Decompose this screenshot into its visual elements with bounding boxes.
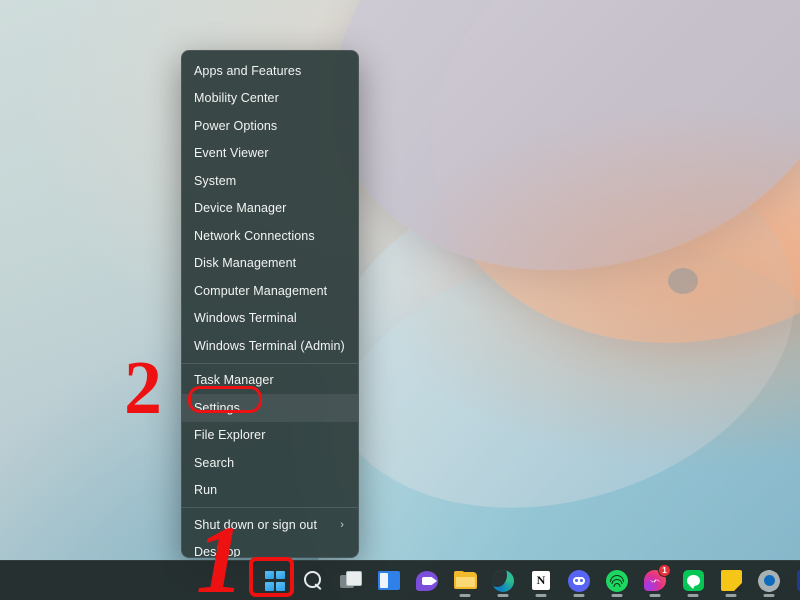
taskbar-search-button[interactable]	[294, 562, 332, 600]
wallpaper-glow	[0, 0, 800, 600]
discord-icon	[568, 569, 590, 592]
running-indicator	[687, 593, 699, 597]
menu-item-label: Computer Management	[194, 283, 328, 298]
running-indicator	[611, 593, 623, 597]
menu-item-apps-and-features[interactable]: Apps and Features	[182, 57, 358, 85]
menu-item-file-explorer[interactable]: File Explorer	[182, 422, 358, 450]
line-icon	[682, 570, 704, 591]
gear-icon	[758, 569, 780, 592]
menu-item-label: Disk Management	[194, 256, 297, 271]
menu-item-label: Windows Terminal	[194, 311, 297, 326]
menu-item-task-manager[interactable]: Task Manager	[182, 367, 358, 395]
menu-item-shut-down-or-sign-out[interactable]: Shut down or sign out ›	[182, 511, 358, 539]
menu-item-windows-terminal-admin[interactable]: Windows Terminal (Admin)	[182, 332, 358, 360]
taskbar-messenger-button[interactable]: 1	[636, 562, 674, 600]
menu-item-network-connections[interactable]: Network Connections	[182, 222, 358, 250]
search-icon	[302, 570, 324, 592]
menu-item-label: Task Manager	[194, 373, 274, 388]
menu-item-computer-management[interactable]: Computer Management	[182, 277, 358, 305]
taskbar-powerpoint-button[interactable]: P	[788, 562, 800, 600]
running-indicator	[763, 593, 775, 597]
running-indicator	[535, 593, 547, 597]
task-view-icon	[339, 570, 363, 591]
notification-badge: 1	[658, 563, 671, 577]
menu-item-power-options[interactable]: Power Options	[182, 112, 358, 140]
running-indicator	[459, 593, 471, 597]
menu-separator-2	[182, 507, 358, 508]
taskbar-spotify-button[interactable]	[598, 562, 636, 600]
running-indicator	[649, 593, 661, 597]
menu-item-label: Run	[194, 483, 218, 498]
sticky-notes-icon	[720, 570, 742, 591]
taskbar-edge-button[interactable]	[484, 562, 522, 600]
widgets-icon	[378, 571, 400, 590]
menu-item-label: Apps and Features	[194, 63, 302, 78]
menu-item-label: Shut down or sign out	[194, 517, 318, 532]
menu-item-label: Network Connections	[194, 228, 315, 243]
taskbar-line-button[interactable]	[674, 562, 712, 600]
menu-item-mobility-center[interactable]: Mobility Center	[182, 85, 358, 113]
menu-item-label: Mobility Center	[194, 91, 279, 106]
menu-item-label: File Explorer	[194, 428, 266, 443]
desktop-wallpaper	[0, 0, 800, 600]
taskbar-file-explorer-button[interactable]	[446, 562, 484, 600]
menu-item-search[interactable]: Search	[182, 449, 358, 477]
notion-icon: N	[531, 570, 551, 591]
windows-logo-icon	[265, 570, 285, 591]
taskbar: N 1	[0, 560, 800, 600]
menu-item-device-manager[interactable]: Device Manager	[182, 195, 358, 223]
menu-separator-1	[182, 362, 358, 364]
running-indicator	[725, 593, 737, 597]
menu-item-label: Power Options	[194, 118, 278, 133]
chevron-right-icon: ›	[340, 518, 344, 531]
taskbar-widgets-button[interactable]	[370, 562, 408, 600]
powerpoint-icon: P	[796, 570, 800, 591]
taskbar-sticky-notes-button[interactable]	[712, 562, 750, 600]
menu-item-system[interactable]: System	[182, 167, 358, 195]
menu-item-label: Desktop	[194, 545, 241, 558]
menu-item-run[interactable]: Run	[182, 477, 358, 505]
taskbar-discord-button[interactable]	[560, 562, 598, 600]
taskbar-settings-button[interactable]	[750, 562, 788, 600]
taskbar-chat-button[interactable]	[408, 562, 446, 600]
winx-context-menu[interactable]: Apps and Features Mobility Center Power …	[181, 50, 359, 558]
menu-item-label: Device Manager	[194, 201, 287, 216]
running-indicator	[497, 593, 509, 597]
menu-item-settings[interactable]: Settings	[182, 394, 358, 422]
menu-item-windows-terminal[interactable]: Windows Terminal	[182, 305, 358, 333]
running-indicator	[573, 593, 585, 597]
taskbar-task-view-button[interactable]	[332, 562, 370, 600]
spotify-icon	[606, 569, 628, 592]
edge-icon	[492, 569, 514, 592]
menu-item-desktop[interactable]: Desktop	[182, 539, 358, 558]
menu-item-label: Settings	[194, 400, 240, 415]
menu-item-label: Search	[194, 455, 235, 470]
menu-item-disk-management[interactable]: Disk Management	[182, 250, 358, 278]
menu-item-event-viewer[interactable]: Event Viewer	[182, 140, 358, 168]
folder-icon	[453, 571, 477, 590]
taskbar-start-button[interactable]	[256, 562, 294, 600]
menu-item-label: System	[194, 173, 237, 188]
menu-item-label: Windows Terminal (Admin)	[194, 338, 345, 353]
menu-item-label: Event Viewer	[194, 146, 269, 161]
taskbar-icon-strip: N 1	[256, 562, 800, 600]
chat-icon	[416, 570, 438, 591]
taskbar-notion-button[interactable]: N	[522, 562, 560, 600]
